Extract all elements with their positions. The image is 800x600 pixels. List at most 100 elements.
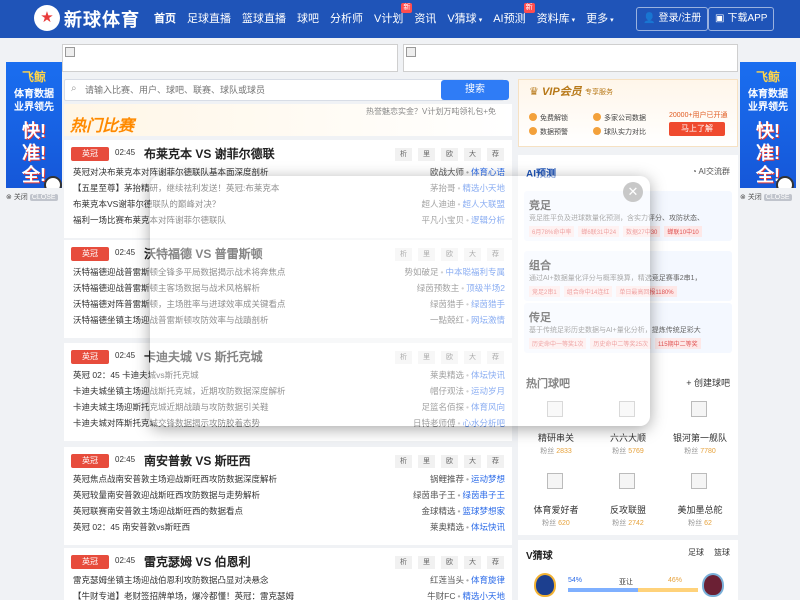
- vip-learn-more-button[interactable]: 马上了解: [669, 122, 725, 136]
- match-chip[interactable]: 大: [464, 556, 481, 569]
- forum-name[interactable]: 美加墨总舵: [664, 503, 736, 516]
- nav-item[interactable]: 资讯: [410, 0, 440, 38]
- close-icon[interactable]: ✕: [623, 182, 643, 202]
- tab-basketball[interactable]: 篮球: [714, 548, 730, 557]
- match-title[interactable]: 雷克瑟姆 VS 伯恩利: [144, 553, 251, 570]
- forum-name[interactable]: 体育爱好者: [520, 503, 592, 516]
- forum-item[interactable]: 美加墨总舵 粉丝 62: [664, 473, 736, 537]
- logo-icon[interactable]: ★: [34, 5, 60, 31]
- nav-item[interactable]: 球吧: [293, 0, 323, 38]
- right-ad-close[interactable]: ⊗ 关闭 CLOSE: [740, 192, 792, 202]
- article-row[interactable]: 英冠 02：45 南安普敦vs斯旺西 莱奥精选 • 体坛快讯: [64, 519, 512, 535]
- forum-name[interactable]: 六六大顺: [592, 431, 664, 444]
- match-header[interactable]: 英冠 02:45 南安普敦 VS 斯旺西 析里欧大荐: [64, 447, 512, 471]
- main-nav: 首页 足球直播 篮球直播 球吧 分析师 V计划新资讯 V猜球 ▾ AI预测新资料库 ▾ 更多 ▾: [150, 0, 621, 38]
- match-chip[interactable]: 欧: [441, 556, 458, 569]
- match-chip[interactable]: 荐: [487, 455, 504, 468]
- match-title[interactable]: 布莱克本 VS 谢菲尔德联: [144, 145, 275, 162]
- feature-dot-icon: [593, 127, 601, 135]
- forum-name[interactable]: 精研串关: [520, 431, 592, 444]
- right-side-ad[interactable]: 飞鲸 体育数据 业界领先 快! 准! 全!: [740, 62, 796, 188]
- article-source[interactable]: 体坛快讯: [471, 522, 505, 532]
- article-title[interactable]: 雷克瑟姆坐镇主场迎战伯恩利攻防数据凸显对决悬念: [73, 574, 269, 586]
- search-button[interactable]: 搜索: [441, 80, 509, 100]
- match-chip[interactable]: 欧: [441, 148, 458, 161]
- marquee-text[interactable]: 热誉魅恋实金？V计划万吨领礼包+免: [366, 106, 496, 117]
- article-author[interactable]: 金球精选: [421, 506, 455, 516]
- match-header[interactable]: 英冠 02:45 雷克瑟姆 VS 伯恩利 析里欧大荐: [64, 548, 512, 572]
- forum-avatar[interactable]: [691, 401, 707, 417]
- left-ad-close[interactable]: ⊗ 关闭 CLOSE: [6, 192, 58, 202]
- article-title[interactable]: 英冠联赛南安普敦主场迎战斯旺西的数据看点: [73, 505, 243, 517]
- match-chip[interactable]: 荐: [487, 148, 504, 161]
- article-source[interactable]: 精选小天地: [462, 591, 505, 600]
- forum-name[interactable]: 反攻联盟: [592, 503, 664, 516]
- banner-left[interactable]: [62, 44, 398, 72]
- match-chip[interactable]: 欧: [441, 455, 458, 468]
- ad-line: 体育数据 业界领先: [14, 89, 54, 113]
- match-title[interactable]: 南安普敦 VS 斯旺西: [144, 452, 251, 469]
- match-chip[interactable]: 荐: [487, 556, 504, 569]
- article-title[interactable]: 英冠 02：45 南安普敦vs斯旺西: [73, 521, 190, 533]
- article-author[interactable]: 莱奥精选: [430, 522, 464, 532]
- forum-item[interactable]: 反攻联盟 粉丝 2742: [592, 473, 664, 537]
- match-chip[interactable]: 里: [418, 455, 435, 468]
- create-forum-button[interactable]: + 创建球吧: [686, 376, 730, 389]
- match-header[interactable]: 英冠 02:45 布莱克本 VS 谢菲尔德联 析里欧大荐: [64, 140, 512, 164]
- article-source[interactable]: 运动梦想: [471, 474, 505, 484]
- left-side-ad[interactable]: 飞鲸 体育数据 业界领先 快! 准! 全!: [6, 62, 62, 188]
- nav-item[interactable]: 足球直播: [183, 0, 235, 38]
- match-chip[interactable]: 大: [464, 148, 481, 161]
- match-chip[interactable]: 析: [395, 148, 412, 161]
- nav-item[interactable]: V计划新: [370, 0, 413, 38]
- football-icon: [44, 176, 62, 188]
- nav-item[interactable]: V猜球 ▾: [443, 0, 486, 38]
- login-button[interactable]: 👤 登录/注册: [636, 7, 709, 31]
- banner-right[interactable]: [403, 44, 738, 72]
- nav-item[interactable]: 更多 ▾: [582, 0, 618, 38]
- match-chip[interactable]: 里: [418, 556, 435, 569]
- article-author[interactable]: 绿茵串子王: [413, 490, 456, 500]
- article-row[interactable]: 英冠较量南安普敦迎战斯旺西攻防数据与走势解析 绿茵串子王 • 绿茵串子王: [64, 487, 512, 503]
- popup-dialog[interactable]: ✕: [150, 176, 650, 426]
- chevron-down-icon: ▾: [610, 17, 614, 24]
- article-source[interactable]: 体育旋律: [471, 575, 505, 585]
- article-source[interactable]: 绿茵串子王: [462, 490, 505, 500]
- vip-subtitle: 专享服务: [585, 89, 613, 96]
- match-chip[interactable]: 析: [395, 455, 412, 468]
- article-title[interactable]: 英冠焦点战南安普敦主场迎战斯旺西攻防数据深度解析: [73, 473, 277, 485]
- article-title[interactable]: 【牛财专道】老财签招牌单场，爆冷都懂！英冠：雷克瑟姆: [73, 590, 294, 600]
- separator: •: [466, 474, 469, 484]
- forum-name[interactable]: 银河第一舰队: [664, 431, 736, 444]
- article-author[interactable]: 锅鲤推荐: [430, 474, 464, 484]
- ai-tag: 蝉联10中10: [664, 226, 702, 237]
- nav-item[interactable]: 资料库 ▾: [533, 0, 580, 38]
- ai-group-link[interactable]: ◔ AI交流群: [692, 166, 730, 177]
- forum-avatar[interactable]: [691, 473, 707, 489]
- article-author[interactable]: 红莲当头: [430, 575, 464, 585]
- article-row[interactable]: 英冠联赛南安普敦主场迎战斯旺西的数据看点 金球精选 • 篮球梦想家: [64, 503, 512, 519]
- tab-football[interactable]: 足球: [688, 548, 704, 557]
- match-chip[interactable]: 大: [464, 455, 481, 468]
- download-app-button[interactable]: ▣ 下载APP: [708, 7, 775, 31]
- football-icon: [776, 176, 794, 188]
- article-author[interactable]: 牛财FC: [427, 591, 455, 600]
- nav-item[interactable]: 篮球直播: [238, 0, 290, 38]
- nav-item[interactable]: 分析师: [326, 0, 367, 38]
- match-chip[interactable]: 析: [395, 556, 412, 569]
- brand-name[interactable]: 新球体育: [64, 6, 140, 32]
- article-row[interactable]: 英冠焦点战南安普敦主场迎战斯旺西攻防数据深度解析 锅鲤推荐 • 运动梦想: [64, 471, 512, 487]
- article-title[interactable]: 英冠较量南安普敦迎战斯旺西攻防数据与走势解析: [73, 489, 260, 501]
- article-row[interactable]: 雷克瑟姆坐镇主场迎战伯恩利攻防数据凸显对决悬念 红莲当头 • 体育旋律: [64, 572, 512, 588]
- article-source[interactable]: 篮球梦想家: [462, 506, 505, 516]
- article-row[interactable]: 【牛财专道】老财签招牌单场，爆冷都懂！英冠：雷克瑟姆 牛财FC • 精选小天地: [64, 588, 512, 600]
- forum-avatar[interactable]: [547, 473, 563, 489]
- search-input[interactable]: [85, 81, 405, 99]
- nav-item[interactable]: 首页: [150, 0, 180, 38]
- match-chip[interactable]: 里: [418, 148, 435, 161]
- forum-avatar[interactable]: [619, 473, 635, 489]
- forum-item[interactable]: 体育爱好者 粉丝 620: [520, 473, 592, 537]
- forum-item[interactable]: 银河第一舰队 粉丝 7780: [664, 401, 736, 465]
- nav-item[interactable]: AI预测新: [489, 0, 535, 38]
- match-time: 02:45: [115, 351, 136, 360]
